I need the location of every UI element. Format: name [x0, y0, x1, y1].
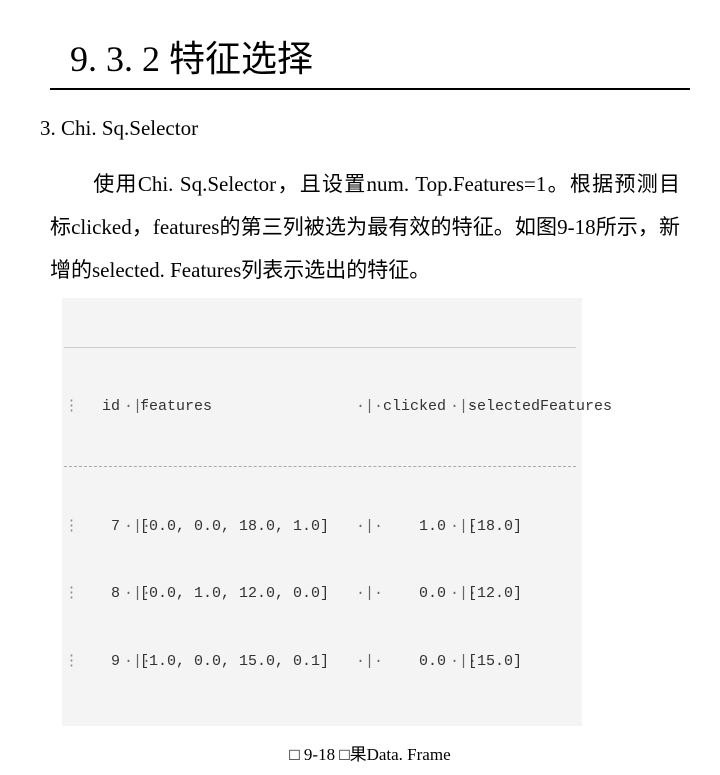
col-header-id: id — [78, 396, 120, 419]
cell-features: [1.0, 0.0, 15.0, 0.1] — [140, 651, 356, 674]
body-paragraph: 使用Chi. Sq.Selector，且设置num. Top.Features=… — [50, 163, 680, 292]
figure-caption: □ 9‑18 □果Data. Frame — [50, 740, 690, 765]
heading-underline — [50, 88, 690, 90]
cell-id: 8 — [78, 583, 120, 606]
caption-text: □ 9‑18 □果Data. Frame — [289, 745, 450, 764]
table-row: ⋮7·|·[0.0, 0.0, 18.0, 1.0]·|·1.0·|·[18.0… — [64, 516, 576, 539]
col-header-selected: selectedFeatures — [468, 396, 614, 419]
col-header-clicked: clicked — [376, 396, 446, 419]
cell-selected: [15.0] — [468, 651, 614, 674]
cell-selected: [12.0] — [468, 583, 614, 606]
cell-clicked: 0.0 — [376, 651, 446, 674]
body-text: 使用Chi. Sq.Selector，且设置num. Top.Features=… — [50, 172, 680, 282]
table-row: ⋮8·|·[0.0, 1.0, 12.0, 0.0]·|·0.0·|·[12.0… — [64, 583, 576, 606]
table-divider — [64, 466, 576, 467]
cell-features: [0.0, 0.0, 18.0, 1.0] — [140, 516, 356, 539]
cell-clicked: 1.0 — [376, 516, 446, 539]
subsection-heading: 3. Chi. Sq.Selector — [40, 116, 690, 141]
cell-id: 7 — [78, 516, 120, 539]
cell-clicked: 0.0 — [376, 583, 446, 606]
output-table: ⋮id·|·features·|·clicked·|·selectedFeatu… — [62, 298, 582, 726]
cell-selected: [18.0] — [468, 516, 614, 539]
section-heading: 9. 3. 2 特征选择 — [50, 30, 690, 82]
col-header-features: features — [140, 396, 356, 419]
cell-features: [0.0, 1.0, 12.0, 0.0] — [140, 583, 356, 606]
table-row: ⋮9·|·[1.0, 0.0, 15.0, 0.1]·|·0.0·|·[15.0… — [64, 651, 576, 674]
table-header-row: ⋮id·|·features·|·clicked·|·selectedFeatu… — [64, 396, 576, 419]
cell-id: 9 — [78, 651, 120, 674]
